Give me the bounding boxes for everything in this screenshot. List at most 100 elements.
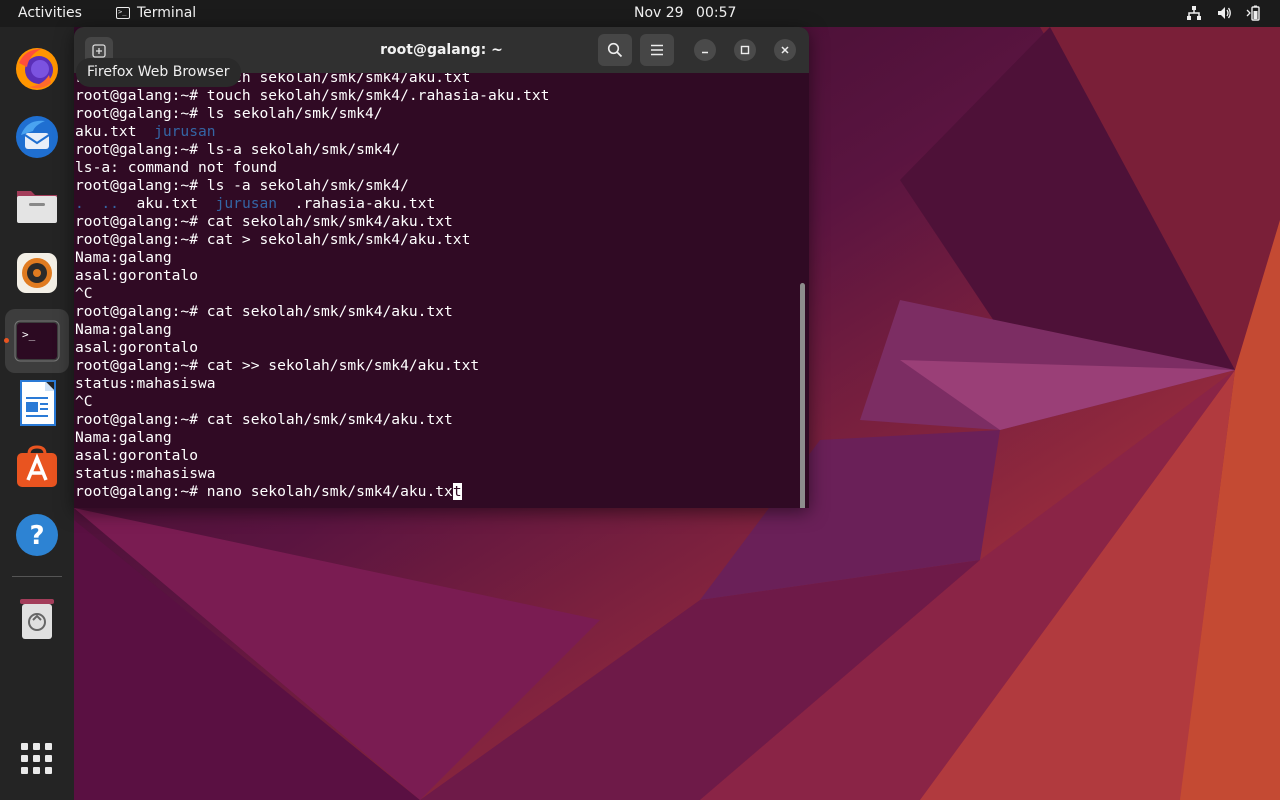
terminal-text: asal:gorontalo bbox=[75, 267, 199, 284]
terminal-lines: root@galang:~# touch sekolah/smk/smk4/ak… bbox=[75, 73, 549, 501]
minimize-icon bbox=[702, 51, 708, 54]
terminal-text: asal:gorontalo bbox=[75, 339, 199, 356]
clock-time: 00:57 bbox=[696, 5, 737, 21]
terminal-text: root@galang:~# cat >> sekolah/smk/smk4/a… bbox=[75, 357, 480, 374]
dock-help[interactable]: ? bbox=[5, 503, 69, 567]
system-tray[interactable] bbox=[1186, 5, 1264, 21]
search-icon bbox=[607, 42, 623, 58]
dock-tooltip: Firefox Web Browser bbox=[76, 58, 241, 87]
terminal-line: root@galang:~# cat sekolah/smk/smk4/aku.… bbox=[75, 411, 549, 429]
app-menu[interactable]: >_ Terminal bbox=[116, 5, 196, 21]
svg-text:?: ? bbox=[29, 521, 44, 551]
terminal-text: root@galang:~# cat sekolah/smk/smk4/aku.… bbox=[75, 213, 453, 230]
terminal-line: ^C bbox=[75, 285, 549, 303]
terminal-line: root@galang:~# cat >> sekolah/smk/smk4/a… bbox=[75, 357, 549, 375]
terminal-line: Nama:galang bbox=[75, 249, 549, 267]
top-bar: Activities >_ Terminal Nov 29 00:57 bbox=[0, 0, 1280, 27]
dock-terminal[interactable]: >_ bbox=[4, 309, 69, 373]
terminal-line: . .. aku.txt jurusan .rahasia-aku.txt bbox=[75, 195, 549, 213]
terminal-text: root@galang:~# ls -a sekolah/smk/smk4/ bbox=[75, 177, 409, 194]
app-grid-icon bbox=[20, 742, 54, 776]
terminal-window[interactable]: root@galang: ~ root@galang:~# touch seko… bbox=[74, 27, 809, 508]
dock-thunderbird[interactable] bbox=[5, 105, 69, 169]
app-menu-label: Terminal bbox=[137, 5, 197, 21]
terminal-text: root@galang:~# cat sekolah/smk/smk4/aku.… bbox=[75, 411, 453, 428]
terminal-scrollbar[interactable] bbox=[800, 283, 805, 508]
terminal-line: root@galang:~# nano sekolah/smk/smk4/aku… bbox=[75, 483, 549, 501]
terminal-icon: >_ bbox=[14, 320, 60, 362]
dock-libreoffice-writer[interactable] bbox=[5, 371, 69, 435]
running-indicator bbox=[4, 338, 9, 343]
dock-firefox[interactable] bbox=[5, 37, 69, 101]
terminal-text: root@galang:~# touch sekolah/smk/smk4/.r… bbox=[75, 87, 550, 104]
new-tab-icon bbox=[92, 44, 106, 58]
terminal-line: root@galang:~# ls-a sekolah/smk/smk4/ bbox=[75, 141, 549, 159]
terminal-line: root@galang:~# ls sekolah/smk/smk4/ bbox=[75, 105, 549, 123]
network-icon bbox=[1187, 6, 1201, 20]
clock[interactable]: Nov 29 00:57 bbox=[634, 5, 744, 21]
terminal-text: ls-a: command not found bbox=[75, 159, 278, 176]
menu-button[interactable] bbox=[640, 34, 674, 66]
close-button[interactable] bbox=[774, 39, 796, 61]
terminal-text: .rahasia-aku.txt bbox=[277, 195, 436, 212]
dock-separator bbox=[12, 576, 62, 577]
firefox-icon bbox=[16, 48, 58, 90]
terminal-output[interactable]: root@galang:~# touch sekolah/smk/smk4/ak… bbox=[74, 73, 809, 508]
terminal-text: root@galang:~# ls sekolah/smk/smk4/ bbox=[75, 105, 383, 122]
hamburger-menu-icon bbox=[651, 44, 663, 56]
terminal-line: status:mahasiswa bbox=[75, 465, 549, 483]
dock: >_ ? bbox=[0, 27, 74, 800]
dock-rhythmbox[interactable] bbox=[5, 241, 69, 305]
terminal-text: root@galang:~# cat sekolah/smk/smk4/aku.… bbox=[75, 303, 453, 320]
terminal-line: asal:gorontalo bbox=[75, 447, 549, 465]
close-icon bbox=[781, 46, 789, 54]
activities-button[interactable]: Activities bbox=[18, 5, 82, 21]
volume-icon bbox=[1218, 7, 1231, 19]
files-icon bbox=[17, 191, 57, 223]
maximize-icon bbox=[740, 45, 750, 55]
ubuntu-software-icon bbox=[17, 445, 57, 487]
terminal-text: status:mahasiswa bbox=[75, 465, 216, 482]
clock-date: Nov 29 bbox=[634, 5, 684, 21]
help-icon: ? bbox=[16, 514, 58, 556]
terminal-line: ls-a: command not found bbox=[75, 159, 549, 177]
terminal-line: asal:gorontalo bbox=[75, 267, 549, 285]
terminal-line: root@galang:~# ls -a sekolah/smk/smk4/ bbox=[75, 177, 549, 195]
terminal-line: Nama:galang bbox=[75, 321, 549, 339]
thunderbird-icon bbox=[16, 116, 58, 158]
directory-entry: jurusan bbox=[154, 123, 216, 140]
terminal-text: Nama:galang bbox=[75, 321, 172, 338]
search-button[interactable] bbox=[598, 34, 632, 66]
terminal-text: aku.txt bbox=[75, 123, 155, 140]
terminal-text: root@galang:~# cat > sekolah/smk/smk4/ak… bbox=[75, 231, 471, 248]
maximize-button[interactable] bbox=[734, 39, 756, 61]
terminal-icon: >_ bbox=[116, 7, 130, 19]
text-cursor: t bbox=[452, 483, 462, 500]
terminal-text: ^C bbox=[75, 285, 93, 302]
show-applications-button[interactable] bbox=[5, 727, 69, 791]
dock-trash[interactable] bbox=[5, 587, 69, 651]
dock-files[interactable] bbox=[5, 173, 69, 237]
terminal-text: status:mahasiswa bbox=[75, 375, 216, 392]
dock-ubuntu-software[interactable] bbox=[5, 435, 69, 499]
terminal-line: root@galang:~# touch sekolah/smk/smk4/.r… bbox=[75, 87, 549, 105]
battery-icon bbox=[1246, 5, 1260, 21]
terminal-line: aku.txt jurusan bbox=[75, 123, 549, 141]
terminal-line: root@galang:~# cat > sekolah/smk/smk4/ak… bbox=[75, 231, 549, 249]
writer-icon bbox=[20, 380, 56, 426]
terminal-text: aku.txt bbox=[118, 195, 216, 212]
terminal-text: ^C bbox=[75, 393, 93, 410]
terminal-text: Nama:galang bbox=[75, 429, 172, 446]
trash-icon bbox=[20, 599, 54, 639]
terminal-text: root@galang:~# ls-a sekolah/smk/smk4/ bbox=[75, 141, 401, 158]
directory-entry: . .. bbox=[75, 195, 119, 212]
terminal-line: status:mahasiswa bbox=[75, 375, 549, 393]
minimize-button[interactable] bbox=[694, 39, 716, 61]
terminal-line: root@galang:~# cat sekolah/smk/smk4/aku.… bbox=[75, 213, 549, 231]
terminal-line: ^C bbox=[75, 393, 549, 411]
terminal-line: Nama:galang bbox=[75, 429, 549, 447]
svg-text:>_: >_ bbox=[22, 328, 36, 341]
directory-entry: jurusan bbox=[215, 195, 278, 212]
terminal-line: asal:gorontalo bbox=[75, 339, 549, 357]
terminal-text: asal:gorontalo bbox=[75, 447, 199, 464]
